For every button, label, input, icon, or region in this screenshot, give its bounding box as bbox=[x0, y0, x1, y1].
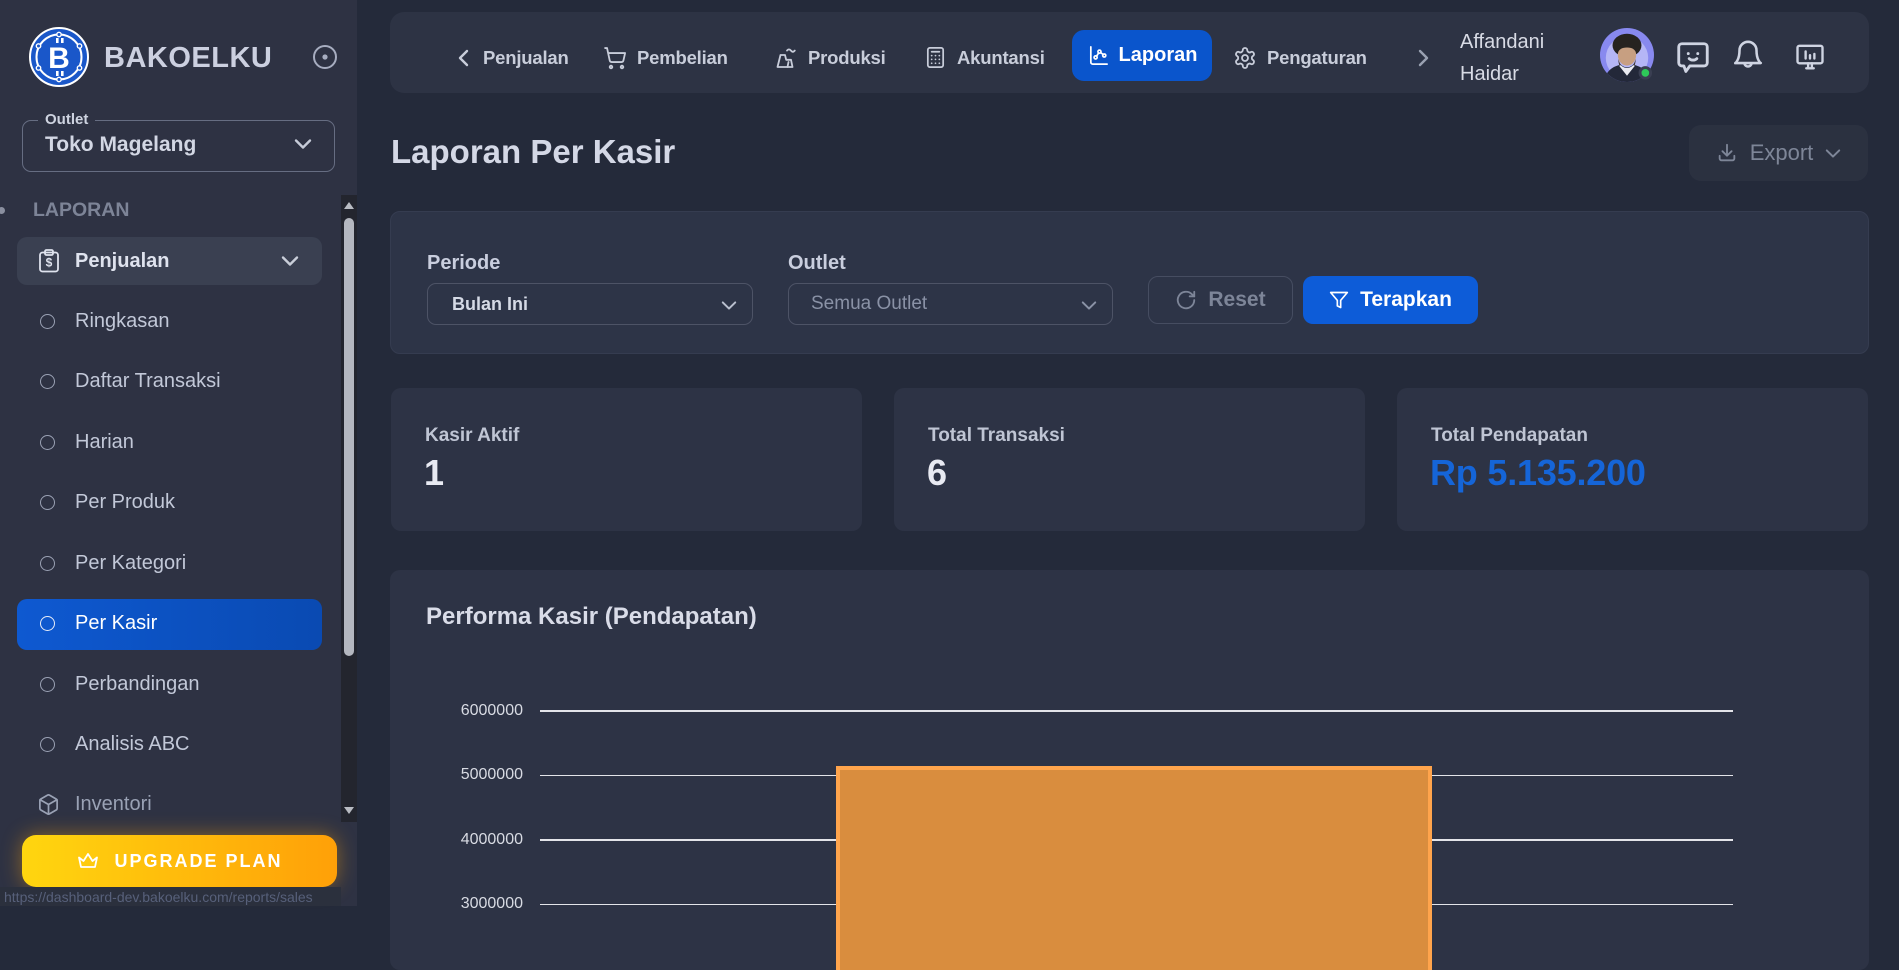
svg-text:$: $ bbox=[46, 256, 53, 270]
svg-text:B: B bbox=[48, 42, 70, 75]
